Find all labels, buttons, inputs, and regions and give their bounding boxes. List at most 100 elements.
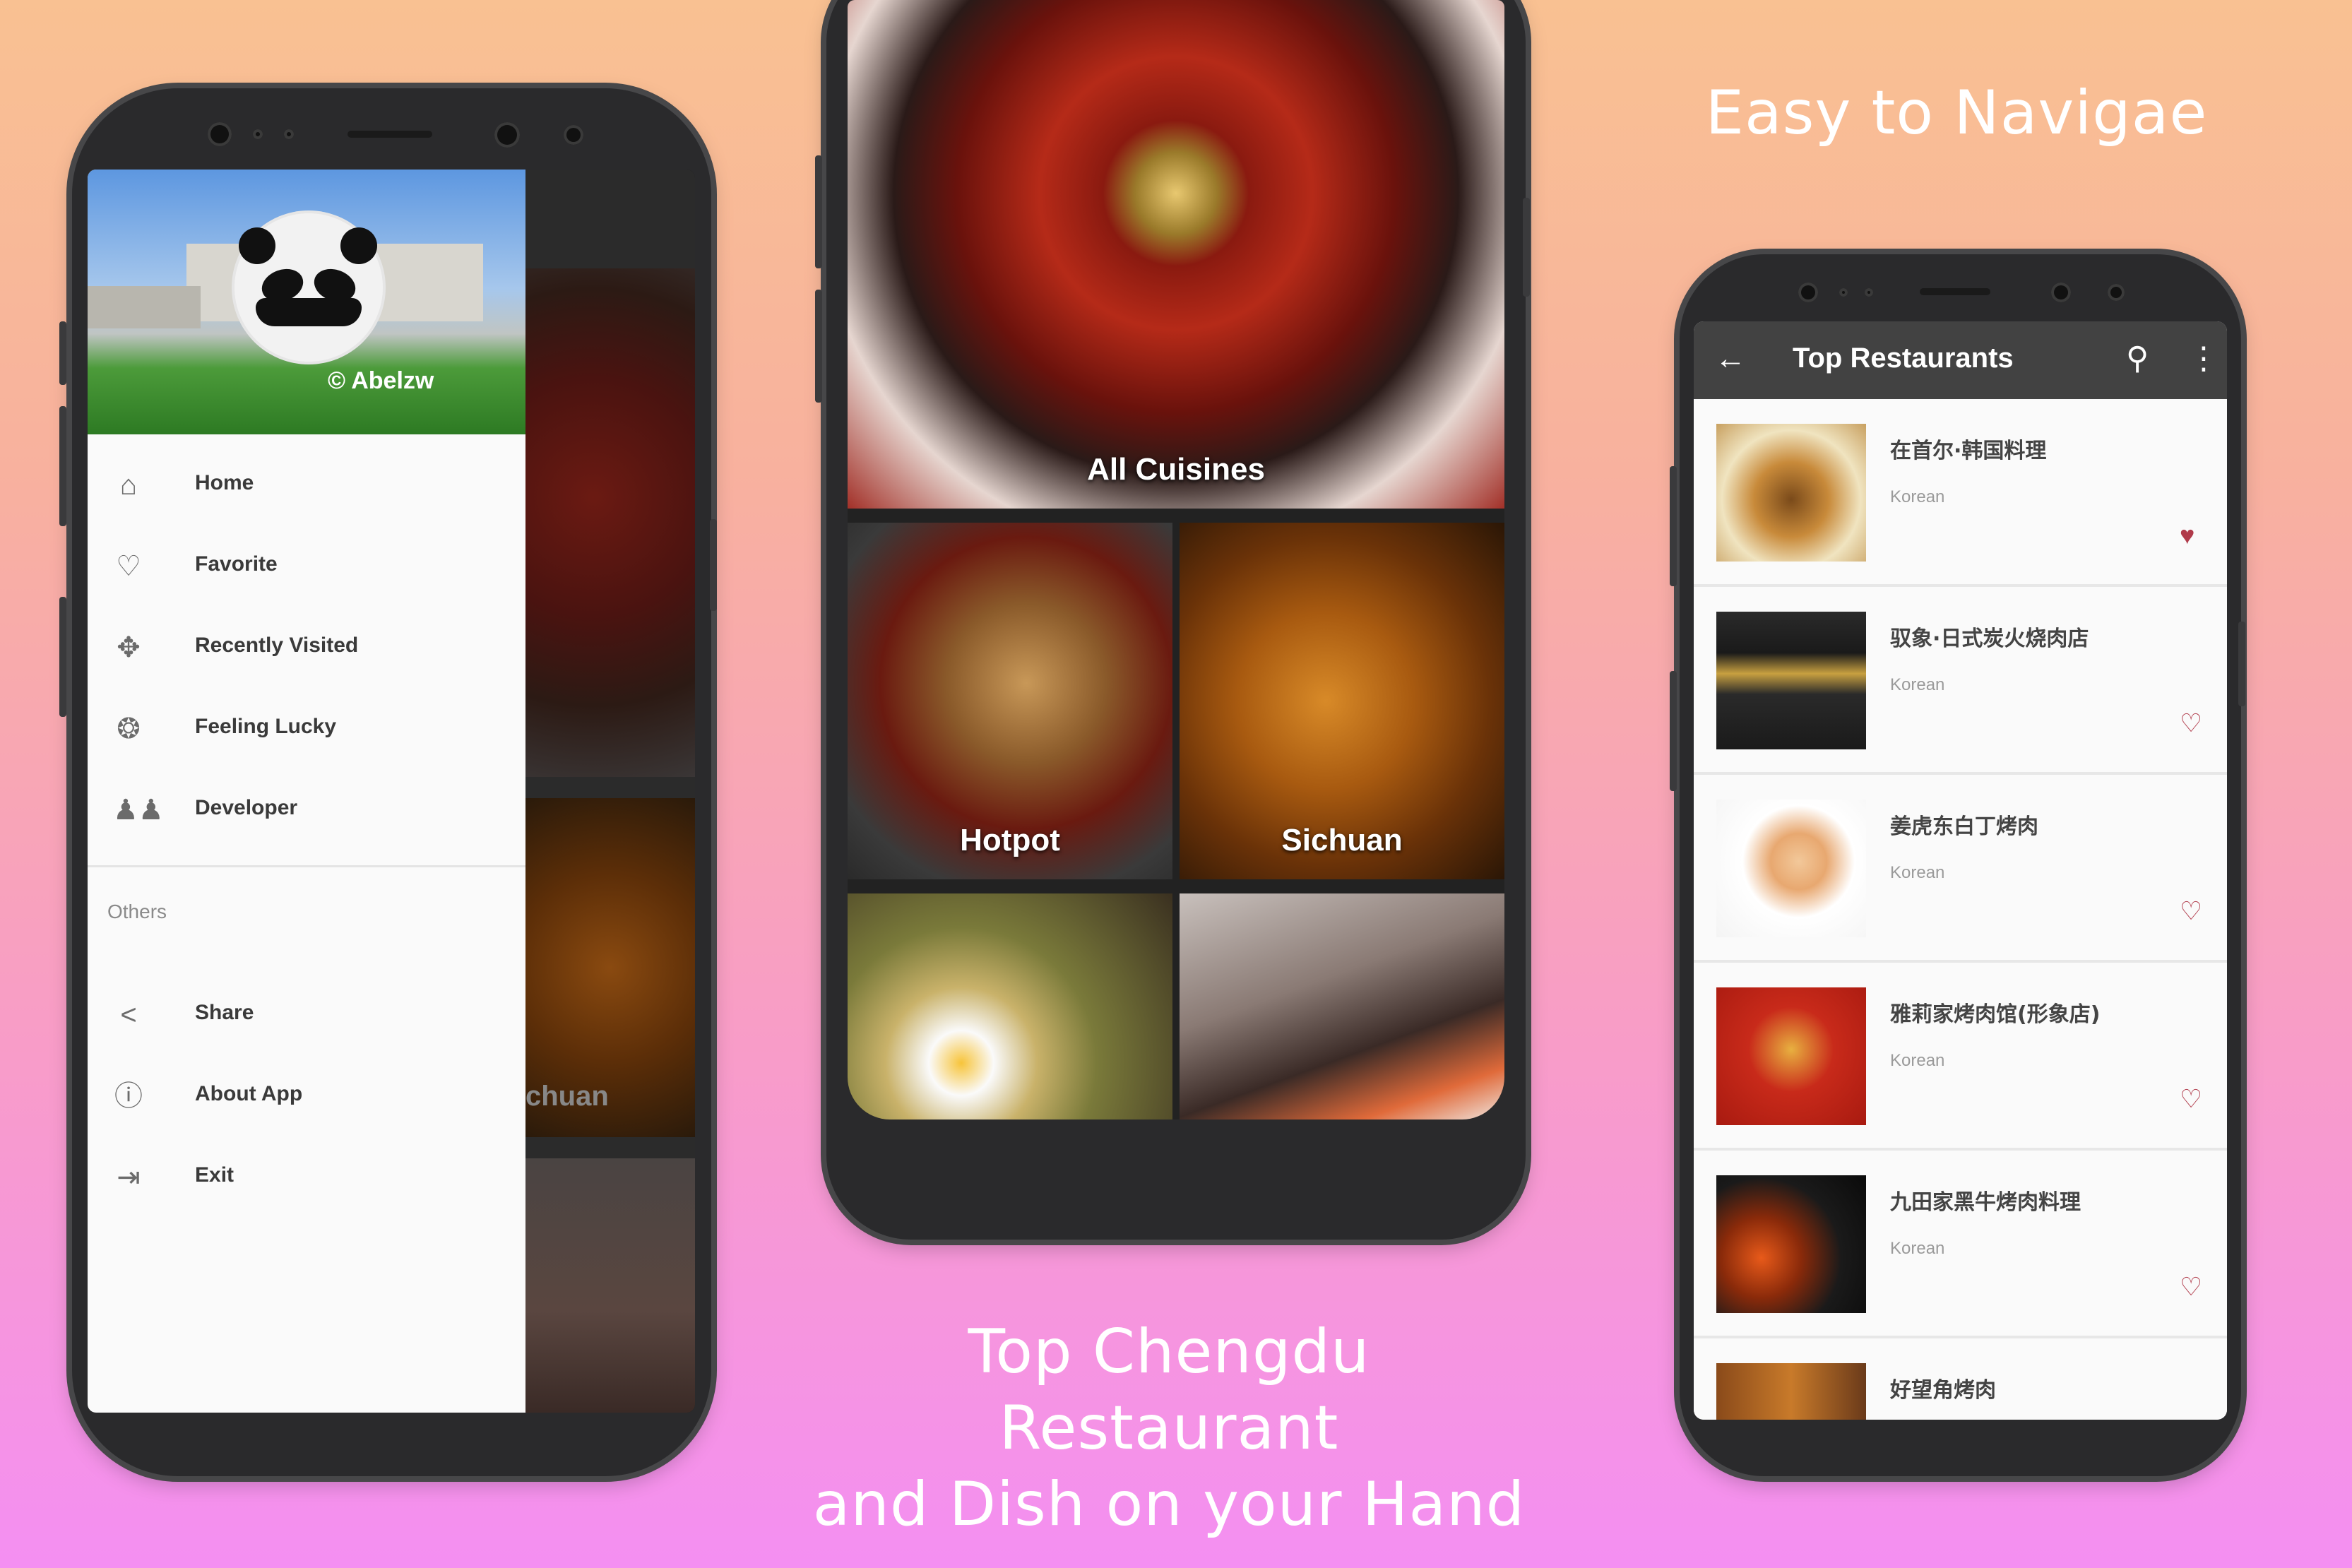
category-tile-japanese[interactable] [1180,893,1504,1119]
drawer-header: © Abelzw [88,170,525,434]
category-tile-hotpot[interactable]: Hotpot [848,523,1172,879]
heart-outline-icon[interactable]: ♡ [2180,1084,2202,1114]
restaurant-cuisine: Korean [1890,863,1945,882]
more-vert-icon[interactable]: ⋮ [2188,341,2219,376]
menu-item-label: About App [195,1082,303,1105]
dimmed-appbar [525,170,695,268]
iris-sensor [2051,283,2071,302]
restaurant-cuisine: Korean [1890,675,1945,694]
bixby-button [1670,671,1677,791]
restaurant-name: 好望角烤肉 [1890,1378,1996,1403]
front-camera [208,122,232,146]
home-icon: ⌂ [119,470,138,501]
restaurant-thumbnail [1716,1363,1866,1420]
caption-line-1: Top Chengdu Restaurant [968,1317,1370,1463]
developer-name: © Abelzw [328,367,434,394]
menu-item-about-app[interactable]: ⓘ About App [88,1059,525,1130]
restaurant-thumbnail [1716,800,1866,937]
search-icon[interactable]: ⚲ [2126,341,2149,376]
restaurant-row[interactable]: 驭象·日式炭火烧肉店 Korean ♡ [1694,587,2227,775]
drawer-screen: chuan © Abelzw ⌂ Home ♡ Favorite ✥ Recen… [88,170,695,1413]
restaurant-thumbnail [1716,1175,1866,1313]
power-button [2238,622,2245,706]
exit-icon: ⇥ [117,1162,141,1193]
heart-outline-icon[interactable]: ♡ [2180,1272,2202,1302]
lucky-icon: ❂ [117,713,141,744]
category-label: All Cuisines [1087,452,1265,487]
menu-item-share[interactable]: < Share [88,978,525,1049]
restaurant-thumbnail [1716,424,1866,562]
share-icon: < [120,999,137,1031]
menu-item-label: Developer [195,796,298,819]
dimmed-divider [525,1137,695,1158]
iris-sensor [494,122,520,148]
caption-line-2: and Dish on your Hand [812,1469,1526,1540]
menu-item-feeling-lucky[interactable]: ❂ Feeling Lucky [88,692,525,763]
panda-ear [239,227,275,264]
menu-item-recently-visited[interactable]: ✥ Recently Visited [88,611,525,682]
info-icon: ⓘ [114,1081,143,1112]
earpiece-speaker [348,131,432,138]
menu-item-favorite[interactable]: ♡ Favorite [88,530,525,600]
people-icon: ♟♟ [113,795,164,826]
menu-item-label: Recently Visited [195,634,359,657]
navigation-drawer: © Abelzw ⌂ Home ♡ Favorite ✥ Recently Vi… [88,170,525,1413]
arrow-back-icon[interactable]: ← [1715,341,1746,376]
restaurant-thumbnail [1716,987,1866,1125]
power-button [1523,198,1530,297]
dimmed-sichuan-image: chuan [525,798,695,1137]
phone-categories-mockup: All Cuisines Hotpot Sichuan [815,0,1530,1240]
restaurant-row[interactable]: 在首尔·韩国料理 Korean ♥ [1694,399,2227,587]
heart-outline-icon[interactable]: ♡ [2180,896,2202,926]
panda-mouth [256,298,362,326]
category-label: Hotpot [960,823,1060,857]
category-tile-sichuan[interactable]: Sichuan [1180,523,1504,879]
iris-sensor [564,125,583,145]
dimmed-sushi-image [525,1158,695,1413]
restaurant-name: 在首尔·韩国料理 [1890,439,2047,463]
heart-filled-icon[interactable]: ♥ [2180,521,2194,550]
restaurant-cuisine: Korean [1890,1239,1945,1258]
sensor-dot [1865,288,1873,297]
caption-top-chengdu: Top Chengdu Restaurant and Dish on your … [791,1314,1547,1543]
bixby-button [59,597,66,717]
caption-easy-to-navigate: Easy to Navigae [1705,78,2208,148]
sensor-dot [284,129,294,139]
dimmed-tile-label: chuan [525,1081,609,1112]
volume-button [815,155,822,268]
restaurant-row[interactable]: 雅莉家烤肉馆(形象店) Korean ♡ [1694,963,2227,1151]
volume-button [59,321,66,385]
heart-outline-icon: ♡ [116,551,141,582]
menu-item-developer[interactable]: ♟♟ Developer [88,773,525,844]
category-tile-all-cuisines[interactable]: All Cuisines [848,0,1504,509]
restaurant-row[interactable]: 姜虎东白丁烤肉 Korean ♡ [1694,775,2227,963]
dimmed-divider [525,777,695,798]
phone-drawer-mockup: chuan © Abelzw ⌂ Home ♡ Favorite ✥ Recen… [59,88,717,1476]
menu-item-label: Share [195,1001,254,1024]
front-camera [1798,283,1818,302]
restaurant-name: 雅莉家烤肉馆(形象店) [1890,1002,2101,1027]
menu-item-exit[interactable]: ⇥ Exit [88,1141,525,1211]
campus-building [88,286,201,328]
menu-item-label: Exit [195,1163,234,1187]
panda-ear [340,227,377,264]
restaurants-screen: ← Top Restaurants ⚲ ⋮ 在首尔·韩国料理 Korean ♥ … [1694,321,2227,1420]
volume-button [1670,466,1677,586]
menu-item-home[interactable]: ⌂ Home [88,449,525,519]
restaurant-row[interactable]: 好望角烤肉 [1694,1338,2227,1420]
heart-outline-icon[interactable]: ♡ [2180,708,2202,738]
category-tile-korean[interactable] [848,893,1172,1119]
restaurant-row[interactable]: 九田家黑牛烤肉料理 Korean ♡ [1694,1151,2227,1338]
categories-screen: All Cuisines Hotpot Sichuan [848,0,1504,1119]
restaurant-name: 九田家黑牛烤肉料理 [1890,1190,2081,1215]
menu-item-label: Home [195,471,254,494]
menu-item-label: Favorite [195,552,278,576]
category-label: Sichuan [1281,823,1403,857]
page-title: Top Restaurants [1793,343,2014,374]
sensor-dot [1839,288,1848,297]
avatar[interactable] [234,213,383,362]
restaurant-name: 驭象·日式炭火烧肉店 [1890,626,2089,651]
section-title-others: Others [107,901,167,922]
dimmed-hotpot-image [525,268,695,777]
restaurant-name: 姜虎东白丁烤肉 [1890,814,2038,839]
